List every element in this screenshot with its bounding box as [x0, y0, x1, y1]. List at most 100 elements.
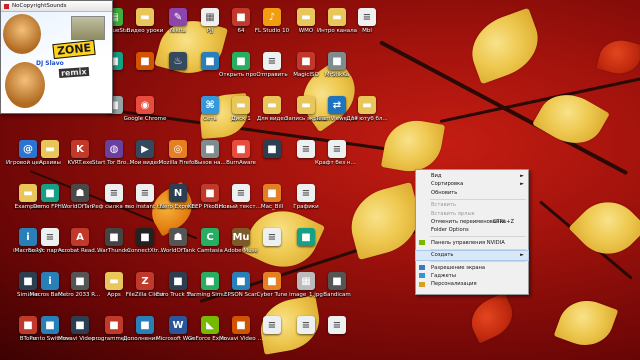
menu-item-label: Панель управления NVIDIA [431, 239, 505, 246]
submenu-arrow-icon: ► [520, 173, 524, 179]
menu-item-9[interactable]: Панель управления NVIDIA [416, 239, 528, 247]
menu-item-2[interactable]: Обновить [416, 189, 528, 197]
word-icon: W [169, 316, 187, 334]
app-icon: ■ [297, 228, 315, 246]
menu-item-label: Folder Options [431, 227, 469, 234]
desktop-icon[interactable]: ≡ [255, 316, 289, 336]
folder-icon: ▬ [297, 96, 315, 114]
desktop-icon[interactable]: ■ Bandicam [320, 272, 354, 298]
desktop-icon[interactable]: ■ [255, 140, 289, 160]
app-icon: ■ [263, 184, 281, 202]
desktop-icon-label: Крафт без названия [315, 160, 359, 166]
acrobat-icon: A [71, 228, 89, 246]
kaspersky-icon: K [71, 140, 89, 158]
submenu-arrow-icon: ► [520, 181, 524, 188]
app-icon: ■ [71, 272, 89, 290]
desktop-icon[interactable]: ≡ [289, 140, 323, 160]
app-icon: ■ [232, 8, 250, 26]
menu-item-label: Обновить [431, 189, 458, 196]
menu-item-14[interactable]: Гаджеты [416, 272, 528, 280]
menu-item-7[interactable]: Folder Options [416, 226, 528, 234]
camtasia-icon: C [201, 228, 219, 246]
menu-item-label: Вид [431, 173, 442, 179]
menu-item-label: Гаджеты [431, 272, 456, 279]
menu-item-4: Вставить [416, 201, 528, 209]
folder-icon: ▬ [41, 140, 59, 158]
app-icon: ■ [328, 52, 346, 70]
desktop-icon-label: MrStikKa [324, 72, 350, 78]
wot-icon: ☗ [169, 228, 187, 246]
desktop-icon[interactable]: ≡ Mbl [350, 8, 384, 34]
menu-item-0[interactable]: Вид ► [416, 172, 528, 180]
desktop-icon[interactable]: ≡ [289, 316, 323, 336]
thumbnail-titlebar[interactable]: NoCopyrightSounds [1, 1, 112, 12]
menu-item-15[interactable]: Персонализация [416, 280, 528, 288]
desktop-icon[interactable]: ■ [289, 228, 323, 248]
desktop-icon-label: BurnAware [226, 160, 256, 166]
desktop-icon[interactable]: ▬ Для ютуб бл... [346, 96, 388, 122]
image-icon: ▦ [297, 272, 315, 290]
desktop-icon[interactable]: ≡ [255, 228, 289, 248]
app-icon: ■ [232, 316, 250, 334]
gadgets-icon [419, 273, 425, 279]
menu-item-13[interactable]: Разрешение экрана [416, 264, 528, 272]
menu-separator [430, 261, 526, 263]
thumbnail-title: NoCopyrightSounds [12, 3, 67, 9]
folder-icon: ▬ [136, 8, 154, 26]
menu-shortcut: CTRL+Z [492, 218, 514, 225]
desktop-icon[interactable]: ◉ Google Chrome [124, 96, 166, 122]
document-icon: ≡ [105, 184, 123, 202]
desktop-icon[interactable]: ■ [193, 52, 227, 72]
menu-separator [430, 248, 526, 250]
desktop-icon[interactable]: Mu Adobe Muse [224, 228, 258, 254]
firefox-icon: ◎ [169, 140, 187, 158]
teamviewer-icon: ⇄ [328, 96, 346, 114]
desktop-icon[interactable]: ♨ [161, 52, 195, 72]
desktop-icon[interactable]: ■ [128, 52, 162, 72]
menu-item-1[interactable]: Сортировка ► [416, 180, 528, 188]
folder-icon: ▬ [232, 96, 250, 114]
imacros-icon: i [41, 272, 59, 290]
desktop-icon[interactable]: ■ MrStikKa [320, 52, 354, 78]
desktop-icon[interactable]: ≡ Крафт без названия [315, 140, 359, 166]
desktop-icon[interactable]: ≡ Графики [289, 184, 323, 210]
menu-item-6[interactable]: Отменить переименование CTRL+Z [416, 218, 528, 226]
desktop-icon[interactable]: ≡ [320, 316, 354, 336]
wot-icon: ☗ [71, 184, 89, 202]
video-thumbnail-window[interactable]: NoCopyrightSounds ZONE DJ Slavo remix [0, 0, 113, 114]
dj-name: DJ Slavo [36, 60, 64, 67]
nvidia-icon [419, 240, 425, 246]
app-icon: ■ [105, 228, 123, 246]
desktop-context-menu: Вид ► Сортировка ► Обновить Вставить Вставить … [415, 169, 529, 295]
desktop-icon-label: Adobe Muse [224, 248, 258, 254]
folder-icon: ▬ [263, 96, 281, 114]
desktop-icon-label: Mbl [362, 28, 372, 34]
cartoon-character-bottom [5, 62, 45, 108]
folder-icon: ▬ [358, 96, 376, 114]
desktop-icon[interactable]: ■ BurnAware [224, 140, 258, 166]
menu-item-label: Разрешение экрана [431, 264, 486, 271]
document-icon: ≡ [232, 184, 250, 202]
window-app-icon [4, 3, 9, 9]
paint-icon: ✎ [169, 8, 187, 26]
menu-item-label: Персонализация [431, 281, 477, 288]
steam-icon: ♨ [169, 52, 187, 70]
document-icon: ≡ [328, 316, 346, 334]
app-icon: ■ [71, 316, 89, 334]
app-icon: ■ [201, 184, 219, 202]
document-icon: ≡ [263, 316, 281, 334]
app-icon: ■ [136, 228, 154, 246]
nero-icon: N [169, 184, 187, 202]
menu-separator [430, 198, 526, 200]
desktop-icon[interactable]: ■ Movavi Video Editor [219, 316, 263, 342]
thumbnail-preview-image [71, 16, 105, 40]
desktop-icon-label: Movavi Video Editor [219, 336, 263, 342]
personalize-icon [419, 281, 425, 287]
menu-item-label: Создать [431, 252, 454, 259]
flstudio-icon: ♪ [263, 8, 281, 26]
app-icon: ■ [201, 272, 219, 290]
document-icon: ≡ [297, 184, 315, 202]
app-icon: ■ [136, 316, 154, 334]
menu-item-label: Вставить ярлык [431, 210, 475, 217]
menu-item-11[interactable]: Создать ► [415, 250, 529, 261]
